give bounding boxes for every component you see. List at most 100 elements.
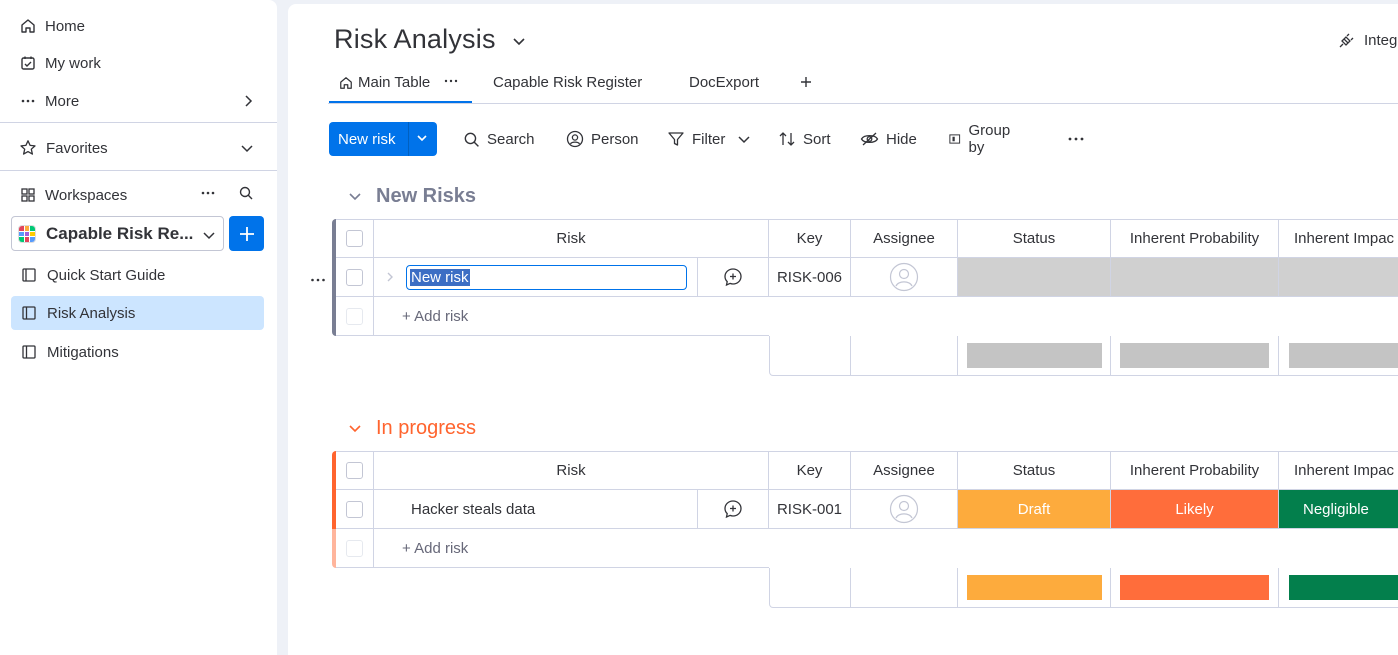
chevron-down-icon[interactable] [415, 131, 429, 149]
add-update-button[interactable] [697, 258, 769, 297]
nav-favorites[interactable]: Favorites [0, 131, 277, 165]
add-row-checkbox-cell [336, 297, 374, 336]
tab-main-table[interactable]: Main Table [339, 74, 458, 91]
select-all-checkbox[interactable] [346, 462, 363, 479]
sort-button[interactable]: Sort [778, 122, 831, 156]
nav-more[interactable]: More [0, 84, 277, 118]
risk-key-cell: RISK-001 [769, 490, 851, 529]
plus-icon [239, 226, 254, 241]
group-header-in-progress[interactable]: In progress [348, 417, 476, 440]
probability-cell[interactable]: Likely [1111, 490, 1279, 529]
page-title[interactable]: Risk Analysis [334, 24, 496, 55]
group-by-label: Group by [968, 122, 1011, 156]
impact-cell[interactable] [1279, 258, 1398, 297]
impact-cell[interactable]: Negligible [1279, 490, 1398, 529]
sidebar: Home My work More Favorites Workspaces C… [0, 0, 277, 655]
column-header-impact[interactable]: Inherent Impac [1279, 451, 1398, 490]
new-risk-button[interactable]: New risk [329, 122, 437, 156]
hide-button[interactable]: Hide [860, 122, 917, 156]
column-header-probability[interactable]: Inherent Probability [1111, 219, 1279, 258]
workspace-selector[interactable]: Capable Risk Re... [11, 216, 224, 251]
integrate-button[interactable]: Integ [1338, 32, 1397, 49]
book-icon [20, 266, 38, 284]
risk-key-cell: RISK-006 [769, 258, 851, 297]
assignee-cell[interactable] [851, 258, 958, 297]
active-tab-indicator [329, 101, 472, 103]
sort-icon [779, 132, 795, 146]
more-dots-icon[interactable] [444, 71, 458, 88]
row-checkbox-cell[interactable] [336, 258, 374, 297]
risk-name-cell[interactable]: New risk [374, 258, 697, 297]
plus-icon [801, 77, 811, 87]
group-by-icon [949, 134, 961, 144]
nav-my-work[interactable]: My work [0, 46, 277, 80]
column-header-assignee[interactable]: Assignee [851, 451, 958, 490]
status-cell[interactable]: Draft [958, 490, 1111, 529]
column-header-key[interactable]: Key [769, 451, 851, 490]
probability-cell[interactable] [1111, 258, 1279, 297]
tab-docexport[interactable]: DocExport [689, 74, 759, 91]
sidebar-board-label: Risk Analysis [47, 304, 136, 322]
row-checkbox[interactable] [346, 500, 363, 518]
board-icon [20, 304, 38, 322]
chevron-right-icon [243, 95, 253, 107]
select-all-checkbox-cell[interactable] [336, 219, 374, 258]
avatar-placeholder-icon [889, 494, 919, 524]
add-view-button[interactable] [800, 76, 812, 88]
add-row-checkbox [346, 539, 363, 557]
row-more-dots-icon[interactable] [310, 270, 326, 288]
sidebar-board-risk-analysis[interactable]: Risk Analysis [11, 296, 264, 330]
sidebar-board-mitigations[interactable]: Mitigations [11, 335, 264, 369]
person-filter-button[interactable]: Person [566, 122, 639, 156]
add-update-icon [724, 500, 742, 519]
column-header-probability[interactable]: Inherent Probability [1111, 451, 1279, 490]
add-row-checkbox-cell [336, 529, 374, 568]
more-dots-icon [1068, 137, 1084, 141]
add-update-button[interactable] [697, 490, 769, 529]
eye-off-icon [860, 132, 879, 146]
column-header-risk[interactable]: Risk [374, 219, 769, 258]
nav-home[interactable]: Home [0, 9, 277, 43]
risk-name-input[interactable]: New risk [406, 265, 687, 290]
risk-name-cell[interactable]: Hacker steals data [374, 490, 697, 529]
column-header-impact[interactable]: Inherent Impac [1279, 219, 1398, 258]
filter-label: Filter [692, 130, 726, 148]
group-header-new-risks[interactable]: New Risks [348, 185, 476, 208]
status-cell[interactable] [958, 258, 1111, 297]
group-title[interactable]: In progress [376, 417, 476, 440]
select-all-checkbox-cell[interactable] [336, 451, 374, 490]
tab-capable-risk-register[interactable]: Capable Risk Register [493, 74, 642, 91]
workspaces-grid-icon [19, 186, 37, 204]
add-risk-row[interactable]: + Add risk [374, 529, 769, 568]
select-all-checkbox[interactable] [346, 230, 363, 247]
row-checkbox-cell[interactable] [336, 490, 374, 529]
group-by-button[interactable]: Group by [948, 122, 1015, 156]
tab-label: DocExport [689, 74, 760, 91]
column-header-assignee[interactable]: Assignee [851, 219, 958, 258]
status-summary-bar [966, 575, 1102, 600]
search-icon[interactable] [238, 185, 254, 205]
add-risk-row[interactable]: + Add risk [374, 297, 769, 336]
toolbar-more-button[interactable] [1067, 122, 1085, 156]
add-workspace-item-button[interactable] [229, 216, 264, 251]
column-header-status[interactable]: Status [958, 451, 1111, 490]
sidebar-divider [0, 170, 277, 171]
assignee-cell[interactable] [851, 490, 958, 529]
search-button[interactable]: Search [463, 122, 535, 156]
sidebar-board-quick-start[interactable]: Quick Start Guide [11, 258, 264, 292]
more-dots-icon[interactable] [200, 185, 216, 205]
filter-button[interactable]: Filter [667, 122, 750, 156]
group-title[interactable]: New Risks [376, 185, 476, 208]
button-separator [408, 122, 409, 156]
chevron-down-icon [349, 424, 361, 432]
nav-more-label: More [45, 92, 80, 110]
summary-key [769, 568, 851, 608]
chevron-down-icon[interactable] [512, 34, 526, 52]
calendar-check-icon [19, 54, 37, 72]
nav-favorites-label: Favorites [46, 139, 108, 157]
column-header-key[interactable]: Key [769, 219, 851, 258]
column-header-status[interactable]: Status [958, 219, 1111, 258]
row-checkbox[interactable] [346, 268, 363, 286]
nav-my-work-label: My work [45, 54, 101, 72]
column-header-risk[interactable]: Risk [374, 451, 769, 490]
